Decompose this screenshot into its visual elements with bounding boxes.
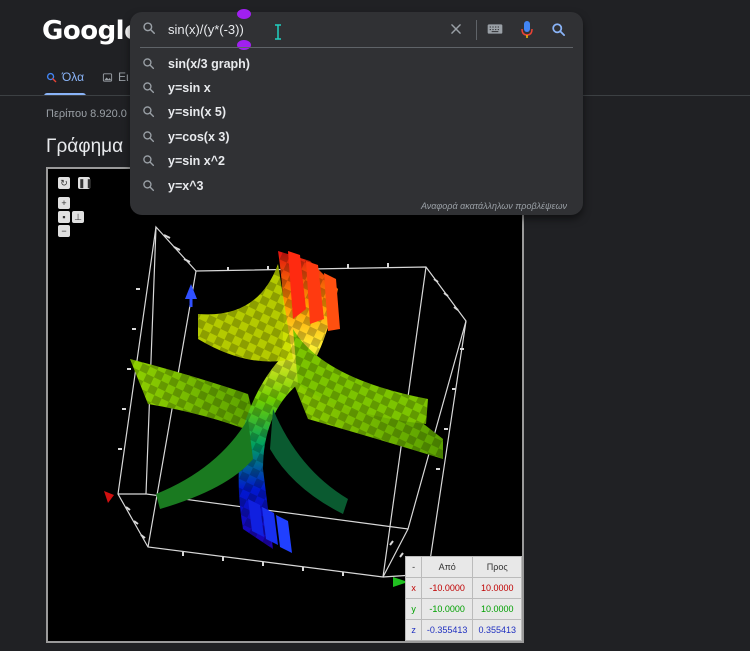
google-logo[interactable]: Google (42, 16, 142, 46)
range-to-input[interactable]: 0.355413 (472, 619, 522, 641)
result-stats: Περίπου 8.920.0 (46, 108, 127, 120)
suggestion-text: y=sin x (168, 81, 211, 95)
tab-all[interactable]: Όλα (43, 70, 87, 96)
search-icon (143, 22, 155, 34)
search-icon (143, 180, 155, 192)
search-icon (143, 82, 155, 94)
range-header-blank: - (405, 556, 422, 578)
selection-handle-top[interactable] (237, 9, 251, 19)
suggestion-text: y=x^3 (168, 179, 204, 193)
suggestion-item[interactable]: sin(x/3 graph) (130, 52, 583, 76)
zoom-out-button[interactable]: − (58, 225, 70, 237)
search-actions-divider (476, 20, 477, 40)
range-header-from: Από (420, 556, 474, 578)
x-axis-marker (104, 491, 114, 503)
suggestion-text: y=sin x^2 (168, 154, 225, 168)
text-cursor-icon (275, 24, 281, 40)
range-from-input[interactable]: -10.0000 (420, 598, 474, 620)
axes-toggle-icon[interactable]: ⊥ (72, 211, 84, 223)
range-to-input[interactable]: 10.0000 (472, 598, 522, 620)
suggestion-item[interactable]: y=x^3 (130, 174, 583, 198)
suggestion-text: sin(x/3 graph) (168, 57, 250, 71)
search-input-row[interactable]: sin(x)/(y*(-3)) (130, 9, 583, 50)
tab-images[interactable]: Ει (102, 70, 129, 84)
selection-handle-bottom[interactable] (237, 40, 251, 50)
search-icon (46, 72, 57, 82)
search-input[interactable]: sin(x)/(y*(-3)) (168, 22, 244, 37)
suggestion-item[interactable]: y=cos(x 3) (130, 125, 583, 149)
suggestion-item[interactable]: y=sin x (130, 76, 583, 100)
graph-canvas[interactable]: ↻ ❚❚ + ▪ ⊥ − - Από Προς x -10.0000 10.00… (48, 169, 522, 641)
range-from-input[interactable]: -0.355413 (420, 619, 474, 641)
zoom-in-button[interactable]: + (58, 197, 70, 209)
range-to-input[interactable]: 10.0000 (472, 577, 522, 599)
keyboard-icon[interactable] (487, 23, 503, 35)
search-icon (143, 155, 155, 167)
range-table: - Από Προς x -10.0000 10.0000 y -10.0000… (405, 556, 522, 641)
microphone-icon[interactable] (521, 21, 533, 39)
report-predictions-link[interactable]: Αναφορά ακατάλληλων προβλέψεων (421, 201, 567, 211)
range-header-to: Προς (472, 556, 522, 578)
suggestion-text: y=sin(x 5) (168, 105, 227, 119)
search-icon (143, 58, 155, 70)
camera-icon[interactable]: ▪ (58, 211, 70, 223)
clear-icon[interactable] (449, 22, 463, 36)
tab-all-label: Όλα (62, 70, 85, 84)
tab-images-label: Ει (118, 70, 129, 84)
range-axis-label: y (405, 598, 422, 620)
suggestion-text: y=cos(x 3) (168, 130, 230, 144)
range-from-input[interactable]: -10.0000 (420, 577, 474, 599)
image-icon (102, 72, 113, 82)
search-icon (143, 131, 155, 143)
graph-title: Γράφημα (46, 136, 124, 157)
search-icon (143, 106, 155, 118)
search-box[interactable]: sin(x)/(y*(-3)) sin(x/3 graph) y=sin x y… (130, 9, 583, 215)
search-divider (140, 47, 573, 48)
suggestion-item[interactable]: y=sin(x 5) (130, 100, 583, 124)
range-axis-label: z (405, 619, 422, 641)
pause-button[interactable]: ❚❚ (78, 177, 93, 189)
z-axis-arrow (185, 284, 197, 299)
range-axis-label: x (405, 577, 422, 599)
graph-widget[interactable]: ↻ ❚❚ + ▪ ⊥ − - Από Προς x -10.0000 10.00… (46, 167, 524, 643)
reset-view-button[interactable]: ↻ (58, 177, 70, 189)
search-submit-icon[interactable] (551, 22, 566, 37)
suggestion-item[interactable]: y=sin x^2 (130, 149, 583, 173)
